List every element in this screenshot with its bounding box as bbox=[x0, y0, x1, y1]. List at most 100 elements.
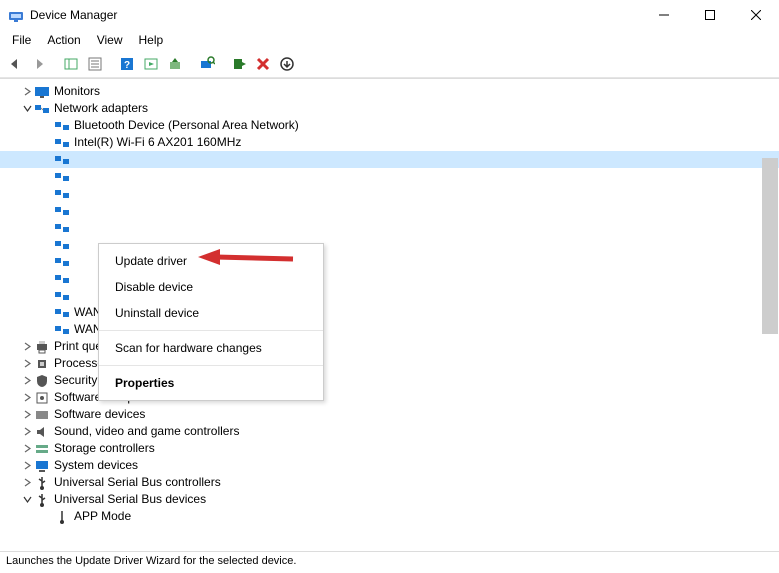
menu-action[interactable]: Action bbox=[39, 31, 88, 49]
window-title: Device Manager bbox=[30, 8, 641, 22]
enable-device-button[interactable] bbox=[228, 53, 250, 75]
chevron-right-icon[interactable] bbox=[20, 478, 34, 487]
storage-icon bbox=[34, 441, 50, 457]
tree-node-software-devices[interactable]: Software devices bbox=[0, 406, 779, 423]
cm-properties[interactable]: Properties bbox=[99, 370, 323, 396]
show-hide-tree-button[interactable] bbox=[60, 53, 82, 75]
chevron-right-icon[interactable] bbox=[20, 87, 34, 96]
network-adapter-icon bbox=[54, 203, 70, 219]
app-icon bbox=[8, 7, 24, 23]
menu-bar: File Action View Help bbox=[0, 30, 779, 50]
tree-node-network-adapters[interactable]: Network adapters bbox=[0, 100, 779, 117]
tree-label: Sound, video and game controllers bbox=[54, 423, 239, 440]
tree-node-bluetooth[interactable]: Bluetooth Device (Personal Area Network) bbox=[0, 117, 779, 134]
context-menu: Update driver Disable device Uninstall d… bbox=[98, 243, 324, 401]
update-driver-button[interactable] bbox=[164, 53, 186, 75]
tree-node-usb-controllers[interactable]: Universal Serial Bus controllers bbox=[0, 474, 779, 491]
status-text: Launches the Update Driver Wizard for th… bbox=[6, 555, 296, 567]
tree-label: Monitors bbox=[54, 83, 100, 100]
chevron-right-icon[interactable] bbox=[20, 427, 34, 436]
network-adapter-icon bbox=[54, 169, 70, 185]
cm-update-driver[interactable]: Update driver bbox=[99, 248, 323, 274]
network-adapter-icon bbox=[54, 135, 70, 151]
usb-icon bbox=[34, 475, 50, 491]
chevron-right-icon[interactable] bbox=[20, 444, 34, 453]
chevron-right-icon[interactable] bbox=[20, 393, 34, 402]
menu-help[interactable]: Help bbox=[131, 31, 172, 49]
svg-text:?: ? bbox=[124, 60, 130, 71]
tree-node-usb-devices[interactable]: Universal Serial Bus devices bbox=[0, 491, 779, 508]
tree-node-hidden[interactable] bbox=[0, 202, 779, 219]
cm-uninstall-device[interactable]: Uninstall device bbox=[99, 300, 323, 326]
forward-button[interactable] bbox=[28, 53, 50, 75]
scan-hardware-button[interactable] bbox=[196, 53, 218, 75]
usb-icon bbox=[34, 492, 50, 508]
back-button[interactable] bbox=[4, 53, 26, 75]
maximize-button[interactable] bbox=[687, 0, 733, 30]
tree-label: Software devices bbox=[54, 406, 145, 423]
device-tree: Monitors Network adapters Bluetooth Devi… bbox=[0, 78, 779, 551]
network-adapter-icon bbox=[54, 322, 70, 338]
chevron-right-icon[interactable] bbox=[20, 376, 34, 385]
cm-scan-hardware[interactable]: Scan for hardware changes bbox=[99, 335, 323, 361]
tree-label: Bluetooth Device (Personal Area Network) bbox=[74, 117, 299, 134]
disable-device-button[interactable] bbox=[276, 53, 298, 75]
cpu-icon bbox=[34, 356, 50, 372]
tree-node-storage-controllers[interactable]: Storage controllers bbox=[0, 440, 779, 457]
menu-view[interactable]: View bbox=[89, 31, 131, 49]
chevron-down-icon[interactable] bbox=[20, 495, 34, 504]
network-adapter-icon bbox=[54, 288, 70, 304]
window-controls bbox=[641, 0, 779, 30]
chevron-down-icon[interactable] bbox=[20, 104, 34, 113]
network-adapter-icon bbox=[54, 271, 70, 287]
scrollbar-thumb[interactable] bbox=[762, 158, 778, 334]
toolbar: ? bbox=[0, 50, 779, 78]
network-adapter-icon bbox=[54, 305, 70, 321]
menu-separator bbox=[99, 365, 323, 366]
network-adapter-icon bbox=[54, 237, 70, 253]
speaker-icon bbox=[34, 424, 50, 440]
tree-node-app-mode[interactable]: APP Mode bbox=[0, 508, 779, 525]
tree-label: APP Mode bbox=[74, 508, 131, 525]
help-button[interactable]: ? bbox=[116, 53, 138, 75]
tree-node-wifi[interactable]: Intel(R) Wi-Fi 6 AX201 160MHz bbox=[0, 134, 779, 151]
tree-node-hidden[interactable] bbox=[0, 168, 779, 185]
network-adapter-icon bbox=[54, 254, 70, 270]
tree-label: Universal Serial Bus devices bbox=[54, 491, 206, 508]
chevron-right-icon[interactable] bbox=[20, 359, 34, 368]
network-adapter-icon bbox=[54, 220, 70, 236]
tree-node-sound[interactable]: Sound, video and game controllers bbox=[0, 423, 779, 440]
shield-icon bbox=[34, 373, 50, 389]
usb-icon bbox=[54, 509, 70, 525]
title-bar: Device Manager bbox=[0, 0, 779, 30]
chevron-right-icon[interactable] bbox=[20, 461, 34, 470]
monitor-icon bbox=[34, 84, 50, 100]
tree-node-selected[interactable] bbox=[0, 151, 779, 168]
software-icon bbox=[34, 407, 50, 423]
tree-node-hidden[interactable] bbox=[0, 219, 779, 236]
tree-label: System devices bbox=[54, 457, 138, 474]
tree-label: Network adapters bbox=[54, 100, 148, 117]
tree-label: Intel(R) Wi-Fi 6 AX201 160MHz bbox=[74, 134, 241, 151]
close-button[interactable] bbox=[733, 0, 779, 30]
tree-node-monitors[interactable]: Monitors bbox=[0, 83, 779, 100]
chevron-right-icon[interactable] bbox=[20, 342, 34, 351]
tree-node-hidden[interactable] bbox=[0, 185, 779, 202]
uninstall-device-button[interactable] bbox=[252, 53, 274, 75]
menu-file[interactable]: File bbox=[4, 31, 39, 49]
chevron-right-icon[interactable] bbox=[20, 410, 34, 419]
printer-icon bbox=[34, 339, 50, 355]
action-button[interactable] bbox=[140, 53, 162, 75]
tree-label: Universal Serial Bus controllers bbox=[54, 474, 221, 491]
properties-button[interactable] bbox=[84, 53, 106, 75]
minimize-button[interactable] bbox=[641, 0, 687, 30]
cm-disable-device[interactable]: Disable device bbox=[99, 274, 323, 300]
network-adapter-icon bbox=[54, 186, 70, 202]
system-icon bbox=[34, 458, 50, 474]
network-adapter-icon bbox=[54, 118, 70, 134]
menu-separator bbox=[99, 330, 323, 331]
tree-node-system-devices[interactable]: System devices bbox=[0, 457, 779, 474]
status-bar: Launches the Update Driver Wizard for th… bbox=[0, 551, 779, 573]
network-icon bbox=[34, 101, 50, 117]
component-icon bbox=[34, 390, 50, 406]
